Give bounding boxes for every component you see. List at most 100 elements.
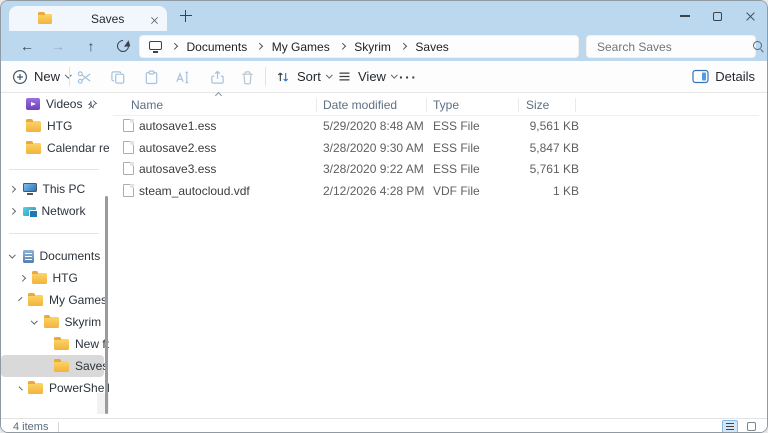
column-divider[interactable]	[426, 98, 427, 112]
file-row-autosave2[interactable]: autosave2.ess 3/28/2020 9:30 AM ESS File…	[113, 138, 767, 160]
new-button[interactable]: New	[12, 61, 71, 92]
breadcrumb-saves[interactable]: Saves	[411, 40, 452, 54]
sidebar-scrollbar-thumb[interactable]	[105, 196, 108, 414]
tab-title: Saves	[91, 12, 124, 26]
sidebar-item-new-folder[interactable]: New folder	[1, 333, 104, 355]
sort-button[interactable]: Sort	[275, 61, 331, 92]
rename-button[interactable]	[169, 68, 195, 86]
sidebar-item-this-pc[interactable]: This PC	[1, 178, 104, 200]
chevron-right-icon[interactable]	[9, 208, 15, 214]
breadcrumb-skyrim[interactable]: Skyrim	[350, 40, 395, 54]
file-icon	[123, 141, 134, 154]
more-options-button[interactable]: ···	[399, 61, 418, 92]
items-count: 4 items	[13, 421, 48, 433]
sidebar-item-htg[interactable]: HTG	[1, 267, 104, 289]
chevron-right-icon[interactable]	[9, 186, 15, 192]
copy-button[interactable]	[105, 68, 131, 86]
paste-button[interactable]	[138, 68, 164, 86]
column-header-date-modified[interactable]: Date modified	[323, 98, 397, 112]
this-pc-icon[interactable]	[149, 41, 162, 50]
chevron-down-icon[interactable]	[19, 297, 23, 301]
sidebar-item-label: HTG	[47, 119, 72, 133]
icons-view-toggle[interactable]	[743, 420, 759, 433]
search-input[interactable]	[587, 40, 752, 54]
folder-icon	[32, 273, 47, 284]
search-icon	[752, 40, 765, 53]
explorer-tab[interactable]: Saves	[9, 6, 167, 31]
maximize-button[interactable]	[701, 1, 734, 31]
sidebar-divider	[9, 169, 99, 170]
sidebar-item-documents[interactable]: Documents	[1, 245, 104, 267]
sidebar-item-label: Calendar replace	[47, 141, 109, 155]
column-divider[interactable]	[316, 98, 317, 112]
share-icon	[209, 69, 226, 86]
file-icon	[123, 119, 134, 132]
status-divider	[58, 422, 59, 432]
sidebar-item-saves[interactable]: Saves	[1, 355, 104, 377]
forward-button[interactable]: →	[47, 35, 69, 57]
column-divider[interactable]	[518, 98, 519, 112]
file-type: ESS File	[433, 119, 480, 133]
breadcrumb-my-games[interactable]: My Games	[268, 40, 334, 54]
sidebar-item-label: This PC	[43, 182, 86, 196]
file-row-autosave3[interactable]: autosave3.ess 3/28/2020 9:22 AM ESS File…	[113, 159, 767, 181]
minimize-button[interactable]	[668, 1, 701, 31]
chevron-right-icon[interactable]	[339, 43, 345, 49]
icons-view-icon	[747, 422, 756, 431]
toolbar-divider	[69, 67, 70, 86]
file-row-autosave1[interactable]: autosave1.ess 5/29/2020 8:48 AM ESS File…	[113, 116, 767, 138]
file-size: 9,561 KB	[499, 119, 579, 133]
sidebar-item-label: HTG	[53, 271, 78, 285]
chevron-right-icon[interactable]	[256, 43, 262, 49]
explorer-body: Videos HTG Calendar replace This PC Netw…	[1, 93, 767, 418]
column-header-type[interactable]: Type	[433, 98, 459, 112]
chevron-right-icon[interactable]	[171, 43, 177, 49]
sidebar-item-htg-pinned[interactable]: HTG	[1, 115, 104, 137]
sidebar-item-label: My Games	[49, 293, 107, 307]
command-toolbar: New Sort View	[1, 61, 767, 93]
new-plus-icon	[12, 69, 28, 85]
refresh-icon[interactable]	[115, 38, 132, 55]
window-controls	[668, 1, 767, 31]
details-pane-button[interactable]: Details	[692, 61, 755, 92]
chevron-right-icon[interactable]	[19, 275, 25, 281]
file-row-steam-autocloud[interactable]: steam_autocloud.vdf 2/12/2026 4:28 PM VD…	[113, 181, 767, 203]
details-view-toggle[interactable]	[722, 420, 738, 433]
chevron-down-icon[interactable]	[9, 251, 15, 257]
folder-icon	[44, 317, 59, 328]
column-header-size[interactable]: Size	[526, 98, 549, 112]
sidebar-item-videos[interactable]: Videos	[1, 93, 104, 115]
sidebar-item-my-games[interactable]: My Games	[1, 289, 104, 311]
breadcrumb-documents[interactable]: Documents	[183, 40, 252, 54]
share-button[interactable]	[204, 68, 230, 86]
view-button[interactable]: View	[337, 61, 396, 92]
back-button[interactable]: ←	[16, 35, 38, 57]
tab-close-icon[interactable]	[149, 13, 160, 31]
address-bar[interactable]: Documents My Games Skyrim Saves	[139, 35, 579, 58]
new-button-label: New	[34, 69, 60, 84]
minimize-icon	[680, 15, 690, 16]
sidebar-item-label: New folder	[75, 337, 109, 351]
folder-icon	[26, 121, 41, 132]
up-button[interactable]: ↑	[80, 35, 102, 57]
sidebar-item-skyrim[interactable]: Skyrim	[1, 311, 104, 333]
chevron-right-icon[interactable]	[400, 43, 406, 49]
close-button[interactable]	[734, 1, 767, 31]
chevron-down-icon[interactable]	[31, 317, 37, 323]
column-divider[interactable]	[575, 98, 576, 112]
cut-icon	[76, 69, 93, 86]
cut-button[interactable]	[71, 68, 97, 86]
delete-button[interactable]	[234, 68, 260, 86]
new-tab-button[interactable]	[179, 9, 193, 23]
file-date-modified: 2/12/2026 4:28 PM	[323, 184, 424, 198]
chevron-right-icon[interactable]	[19, 386, 23, 390]
sidebar-item-calendar-replace[interactable]: Calendar replace	[1, 137, 104, 159]
close-icon	[745, 11, 756, 22]
sidebar-item-network[interactable]: Network	[1, 200, 104, 222]
column-header-name[interactable]: Name	[131, 98, 163, 112]
file-rows: autosave1.ess 5/29/2020 8:48 AM ESS File…	[113, 116, 767, 202]
sidebar-item-powershell[interactable]: PowerShell	[1, 377, 104, 399]
network-icon	[23, 207, 36, 216]
sort-icon	[275, 69, 291, 85]
sidebar-item-label: Saves	[75, 359, 108, 373]
